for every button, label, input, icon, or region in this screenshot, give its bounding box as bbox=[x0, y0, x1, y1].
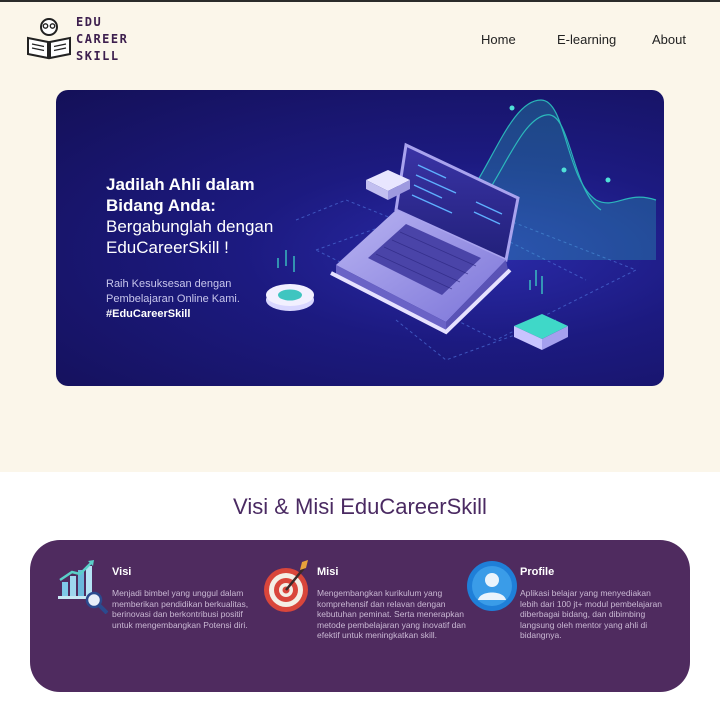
feature-visi-desc: Menjadi bimbel yang unggul dalam memberi… bbox=[112, 588, 249, 630]
brand-line-1: EDU bbox=[76, 15, 103, 29]
brand-line-2: CAREER bbox=[76, 32, 129, 46]
vision-mission-card: Visi Menjadi bimbel yang unggul dalam me… bbox=[30, 540, 690, 692]
laptop-illustration bbox=[266, 99, 657, 361]
hero-section: EDU CAREER SKILL Home E-learning About J… bbox=[0, 2, 720, 472]
feature-profile-title: Profile bbox=[520, 566, 555, 578]
feature-profile-desc: Aplikasi belajar yang menyediakan lebih … bbox=[520, 588, 662, 640]
growth-chart-icon bbox=[58, 560, 108, 614]
brand-name: EDU CAREER SKILL bbox=[76, 14, 128, 65]
nav-elearning[interactable]: E-learning bbox=[557, 32, 616, 47]
feature-visi-title: Visi bbox=[112, 566, 132, 578]
hero-banner: Jadilah Ahli dalam Bidang Anda: Bergabun… bbox=[56, 90, 664, 386]
brand-logo[interactable]: EDU CAREER SKILL bbox=[26, 14, 146, 64]
brand-line-3: SKILL bbox=[76, 49, 120, 63]
user-profile-icon bbox=[467, 561, 517, 611]
target-icon bbox=[264, 560, 308, 612]
feature-misi-desc: Mengembangkan kurikulum yang komprehensi… bbox=[317, 588, 466, 640]
book-reader-icon bbox=[27, 18, 71, 60]
feature-misi-title: Misi bbox=[317, 566, 339, 578]
nav-about[interactable]: About bbox=[652, 32, 686, 47]
nav-home[interactable]: Home bbox=[481, 32, 516, 47]
section-title: Visi & Misi EduCareerSkill bbox=[233, 494, 487, 519]
